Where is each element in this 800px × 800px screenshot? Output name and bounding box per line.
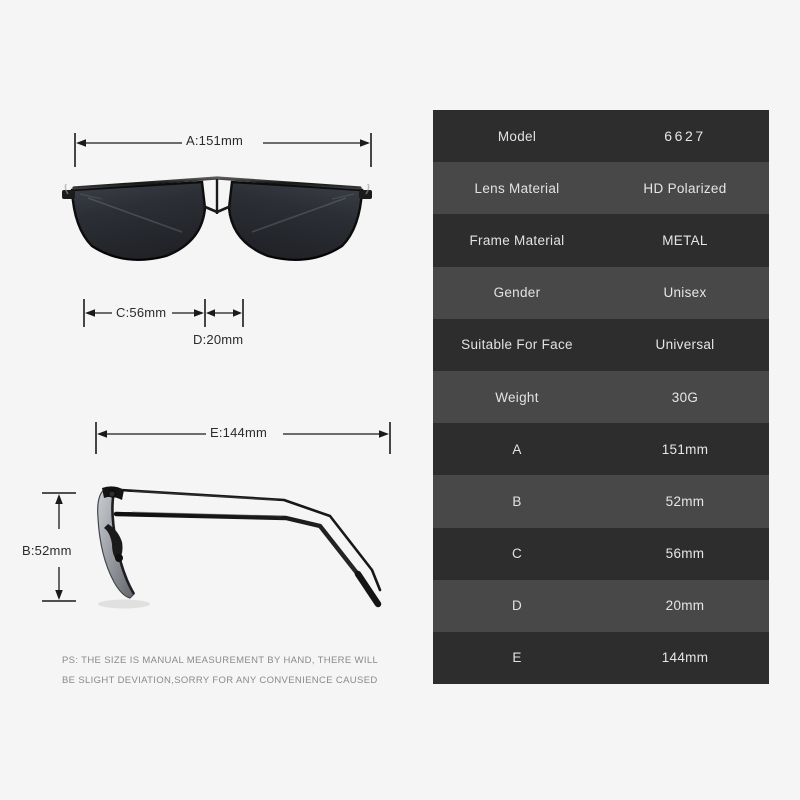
spec-value: Universal [655,337,715,353]
sunglasses-side-view [72,478,402,613]
dimension-label-a: A:151mm [186,133,244,148]
spec-row: Model 6627 [433,110,769,163]
spec-row: Frame Material METAL [433,214,769,267]
spec-key: D [511,598,523,614]
spec-value: 6627 [664,128,706,145]
spec-value: 144mm [661,650,709,666]
spec-value: 20mm [665,598,705,614]
spec-value: Unisex [663,285,707,301]
spec-value: 56mm [665,546,705,562]
spec-row: D 20mm [433,579,769,632]
spec-row: E 144mm [433,631,769,685]
spec-key: Lens Material [474,180,560,196]
spec-value: HD Polarized [643,180,727,196]
product-spec-sheet: A:151mm C:56mm D:20mm E:144mm B:52mm PS:… [0,0,800,800]
spec-row: B 52mm [433,475,769,528]
spec-value: 151mm [661,441,709,457]
dimension-label-e: E:144mm [210,425,268,440]
measurement-disclaimer: PS: THE SIZE IS MANUAL MEASUREMENT BY HA… [62,651,422,691]
spec-value: 30G [671,389,699,405]
spec-row: Gender Unisex [433,266,769,319]
spec-key: A [512,441,522,457]
spec-row: Suitable For Face Universal [433,318,769,371]
spec-key: Suitable For Face [461,337,573,353]
spec-key: E [512,650,522,666]
disclaimer-line-2: BE SLIGHT DEVIATION,SORRY FOR ANY CONVEN… [62,675,378,686]
disclaimer-line-1: PS: THE SIZE IS MANUAL MEASUREMENT BY HA… [62,655,379,666]
spec-row: Lens Material HD Polarized [433,162,769,215]
dimension-label-d: D:20mm [193,332,244,347]
spec-key: Frame Material [469,232,565,248]
spec-key: B [512,493,522,509]
spec-key: Model [497,128,537,144]
spec-value: 52mm [665,493,705,509]
sunglasses-front-view [62,168,372,288]
dimension-label-c: C:56mm [116,305,167,320]
specification-table: Model 6627 Lens Material HD Polarized Frame … [433,110,769,685]
sunglasses-front-image [62,176,372,261]
spec-row: C 56mm [433,527,769,580]
spec-value: METAL [662,232,708,248]
spec-key: Gender [493,285,541,301]
spec-key: C [511,546,523,562]
spec-row: Weight 30G [433,370,769,424]
diagram-panel: A:151mm C:56mm D:20mm E:144mm B:52mm PS:… [0,0,425,800]
dimension-label-b: B:52mm [22,543,72,558]
spec-row: A 151mm [433,423,769,476]
spec-key: Weight [495,389,539,405]
sunglasses-side-image [97,486,382,609]
